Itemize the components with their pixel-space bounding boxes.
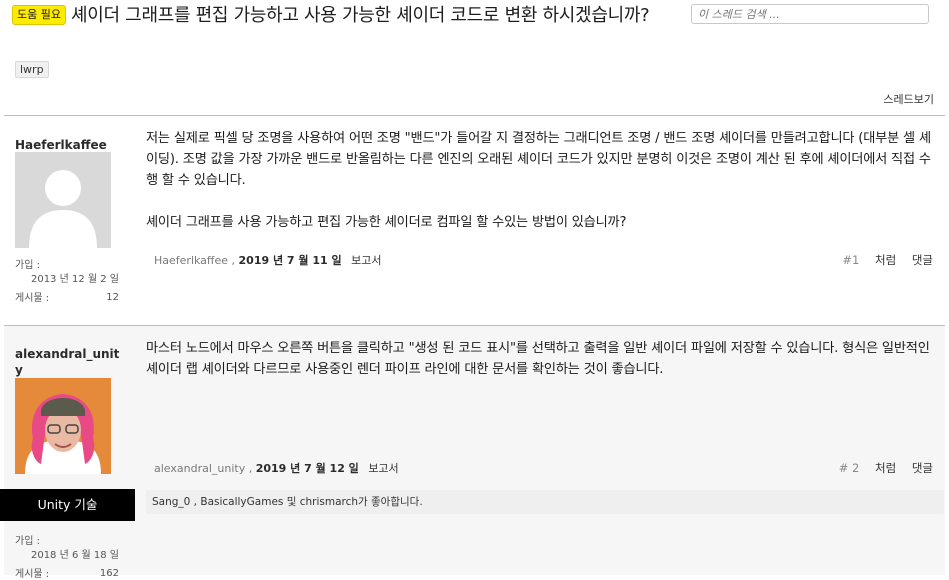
- author-meta: 가입 : 2013 년 12 월 2 일 게시물 : 12: [15, 256, 119, 304]
- footer-author[interactable]: Haeferlkaffee ,: [154, 254, 235, 267]
- joined-label: 가입 :: [15, 536, 40, 547]
- default-avatar-icon: [15, 152, 111, 248]
- user-avatar-image: [15, 378, 111, 474]
- like-button[interactable]: 처럼: [875, 461, 896, 475]
- avatar[interactable]: [15, 378, 111, 474]
- staff-role-banner: Unity 기술: [0, 489, 135, 521]
- posts-count-label: 게시물 :: [15, 293, 50, 304]
- report-link[interactable]: 보고서: [351, 254, 381, 267]
- reply-button[interactable]: 댓글: [912, 461, 933, 475]
- help-badge[interactable]: 도움 필요: [12, 5, 66, 25]
- post-1: Haeferlkaffee 가입 : 2013 년 12 월 2 일 게시물 :…: [4, 116, 945, 324]
- thread-header: 도움 필요 셰이더 그래프를 편집 가능하고 사용 가능한 셰이더 코드로 변환 …: [12, 3, 682, 28]
- post-date[interactable]: 2019 년 7 월 11 일: [239, 254, 342, 267]
- thread-search-input[interactable]: [691, 4, 929, 24]
- joined-value: 2013 년 12 월 2 일: [30, 274, 119, 285]
- post-actions: #1 처럼 댓글: [830, 252, 933, 268]
- post-number[interactable]: # 2: [839, 461, 860, 475]
- post-footer: Haeferlkaffee , 2019 년 7 월 11 일 보고서: [154, 252, 382, 268]
- post-author-name[interactable]: alexandral_unity: [15, 346, 123, 378]
- post-paragraph: 저는 실제로 픽셀 당 조명을 사용하여 어떤 조명 "밴드"가 들어갈 지 결…: [146, 131, 931, 188]
- post-paragraph: 마스터 노드에서 마우스 오른쪽 버튼을 클릭하고 "생성 된 코드 표시"를 …: [146, 341, 930, 377]
- likes-summary[interactable]: Sang_0 , BasicallyGames 및 chrismarch가 좋아…: [146, 490, 944, 514]
- post-number[interactable]: #1: [842, 253, 859, 267]
- joined-value: 2018 년 6 월 18 일: [30, 550, 119, 561]
- post-actions: # 2 처럼 댓글: [827, 460, 933, 476]
- joined-label: 가입 :: [15, 260, 40, 271]
- avatar[interactable]: [15, 152, 111, 248]
- post-2: alexandral_unity 가입 : 2018 년 6 월 18 일 게시…: [4, 326, 945, 580]
- footer-author[interactable]: alexandral_unity ,: [154, 462, 252, 475]
- thread-tools-link[interactable]: 스레드보기: [883, 91, 934, 107]
- post-date[interactable]: 2019 년 7 월 12 일: [256, 462, 359, 475]
- posts-count-value: 162: [99, 568, 119, 579]
- post-paragraph: 셰이더 그래프를 사용 가능하고 편집 가능한 셰이더로 컴파일 할 수있는 방…: [146, 215, 627, 230]
- post-body: 저는 실제로 픽셀 당 조명을 사용하여 어떤 조명 "밴드"가 들어갈 지 결…: [146, 128, 938, 233]
- thread-title: 셰이더 그래프를 편집 가능하고 사용 가능한 셰이더 코드로 변환 하시겠습니…: [70, 5, 650, 26]
- post-author-name[interactable]: Haeferlkaffee: [15, 137, 123, 153]
- post-body: 마스터 노드에서 마우스 오른쪽 버튼을 클릭하고 "생성 된 코드 표시"를 …: [146, 338, 938, 380]
- author-meta: 가입 : 2018 년 6 월 18 일 게시물 : 162: [15, 532, 119, 580]
- posts-count-value: 12: [106, 292, 119, 303]
- post-footer: alexandral_unity , 2019 년 7 월 12 일 보고서: [154, 460, 399, 476]
- report-link[interactable]: 보고서: [368, 462, 398, 475]
- tag-lwrp[interactable]: lwrp: [15, 61, 49, 78]
- like-button[interactable]: 처럼: [875, 253, 896, 267]
- reply-button[interactable]: 댓글: [912, 253, 933, 267]
